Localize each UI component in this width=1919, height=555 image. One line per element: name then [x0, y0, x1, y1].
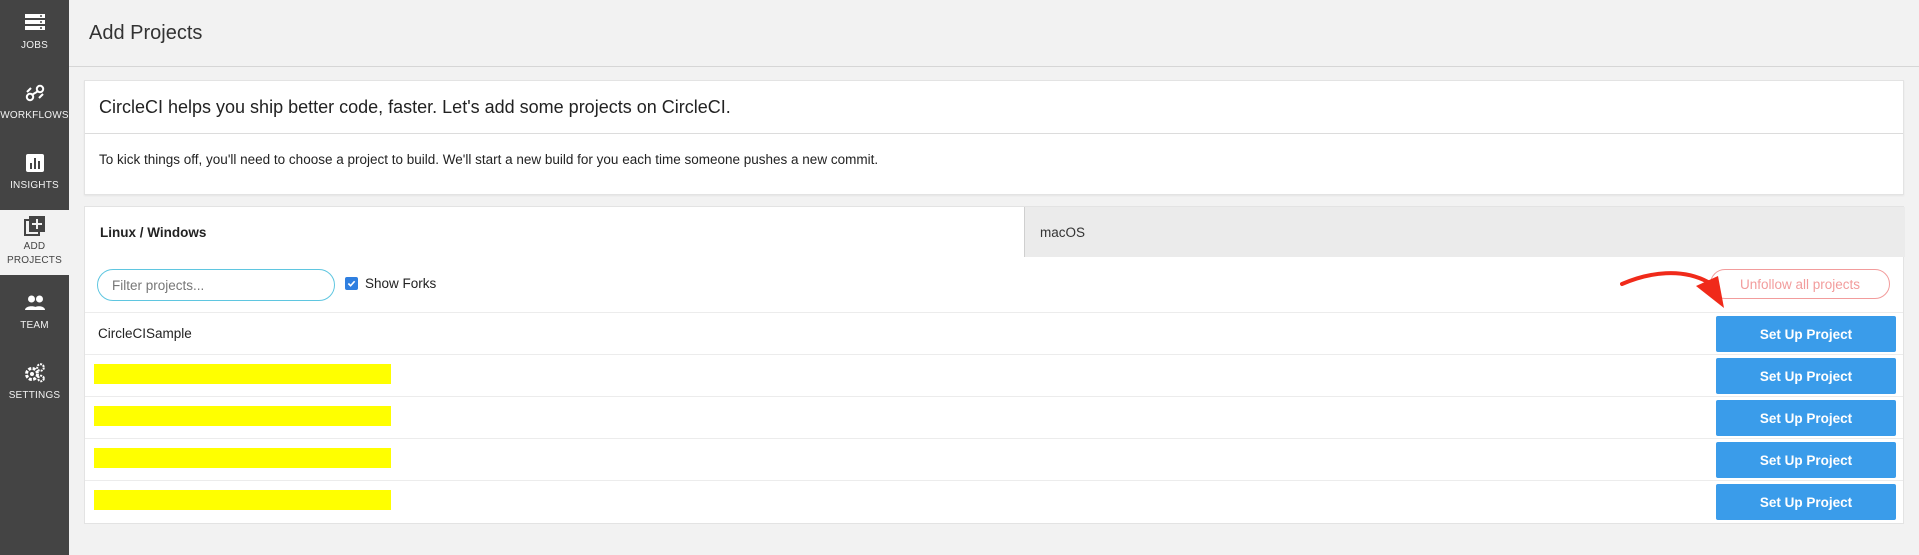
divider	[85, 133, 1903, 134]
jobs-icon	[24, 12, 46, 34]
project-row: Set Up Project	[85, 439, 1903, 481]
settings-icon	[24, 362, 46, 384]
page-title: Add Projects	[89, 22, 203, 44]
project-row: Set Up Project	[85, 397, 1903, 439]
project-row: CircleCISample Set Up Project	[85, 313, 1903, 355]
show-forks-checkbox[interactable]	[345, 277, 358, 290]
set-up-project-button[interactable]: Set Up Project	[1716, 358, 1896, 394]
show-forks-toggle[interactable]: Show Forks	[345, 276, 436, 291]
sidebar-item-label: WORKFLOWS	[0, 110, 69, 121]
annotation-arrow-icon	[1620, 271, 1724, 308]
sidebar-item-team[interactable]: TEAM	[0, 292, 69, 340]
sidebar-item-add-projects[interactable]: ADD PROJECTS	[0, 210, 69, 275]
sidebar-item-insights[interactable]: INSIGHTS	[0, 152, 69, 200]
project-row: Set Up Project	[85, 481, 1903, 523]
project-row: Set Up Project	[85, 355, 1903, 397]
page-header: Add Projects	[69, 0, 1919, 67]
sidebar-item-jobs[interactable]: JOBS	[0, 12, 69, 60]
workflows-icon	[24, 82, 46, 104]
redacted-project-name	[94, 406, 391, 426]
sidebar-item-label: SETTINGS	[8, 390, 61, 401]
set-up-project-button[interactable]: Set Up Project	[1716, 484, 1896, 520]
insights-icon	[24, 152, 46, 174]
sidebar-item-label: TEAM	[20, 320, 49, 331]
add-projects-icon	[23, 215, 46, 237]
intro-text: To kick things off, you'll need to choos…	[99, 152, 879, 167]
set-up-project-button[interactable]: Set Up Project	[1716, 400, 1896, 436]
redacted-project-name	[94, 364, 391, 384]
set-up-project-button[interactable]: Set Up Project	[1716, 442, 1896, 478]
sidebar: JOBS WORKFLOWS INSIGHTS ADD PROJECTS TEA	[0, 0, 69, 555]
set-up-project-button[interactable]: Set Up Project	[1716, 316, 1896, 352]
app: JOBS WORKFLOWS INSIGHTS ADD PROJECTS TEA	[0, 0, 1919, 555]
show-forks-label: Show Forks	[365, 276, 437, 291]
project-name: CircleCISample	[98, 326, 192, 341]
checkmark-icon	[347, 280, 356, 287]
intro-title: CircleCI helps you ship better code, fas…	[99, 97, 731, 117]
tab-linux-windows[interactable]: Linux / Windows	[85, 207, 1024, 257]
team-icon	[24, 292, 46, 314]
os-tabs: Linux / Windows macOS	[85, 207, 1905, 257]
filter-projects-input[interactable]	[97, 269, 335, 301]
sidebar-item-workflows[interactable]: WORKFLOWS	[0, 82, 69, 130]
unfollow-all-button[interactable]: Unfollow all projects	[1710, 269, 1890, 299]
sidebar-item-label: JOBS	[21, 40, 48, 51]
sidebar-item-settings[interactable]: SETTINGS	[0, 362, 69, 410]
redacted-project-name	[94, 448, 391, 468]
tab-macos[interactable]: macOS	[1024, 207, 1905, 257]
intro-card: CircleCI helps you ship better code, fas…	[84, 80, 1904, 195]
sidebar-item-label: ADD PROJECTS	[7, 241, 62, 266]
projects-card: Linux / Windows macOS Show Forks Unfollo…	[84, 206, 1905, 524]
redacted-project-name	[94, 490, 391, 510]
sidebar-item-label: INSIGHTS	[10, 180, 59, 191]
